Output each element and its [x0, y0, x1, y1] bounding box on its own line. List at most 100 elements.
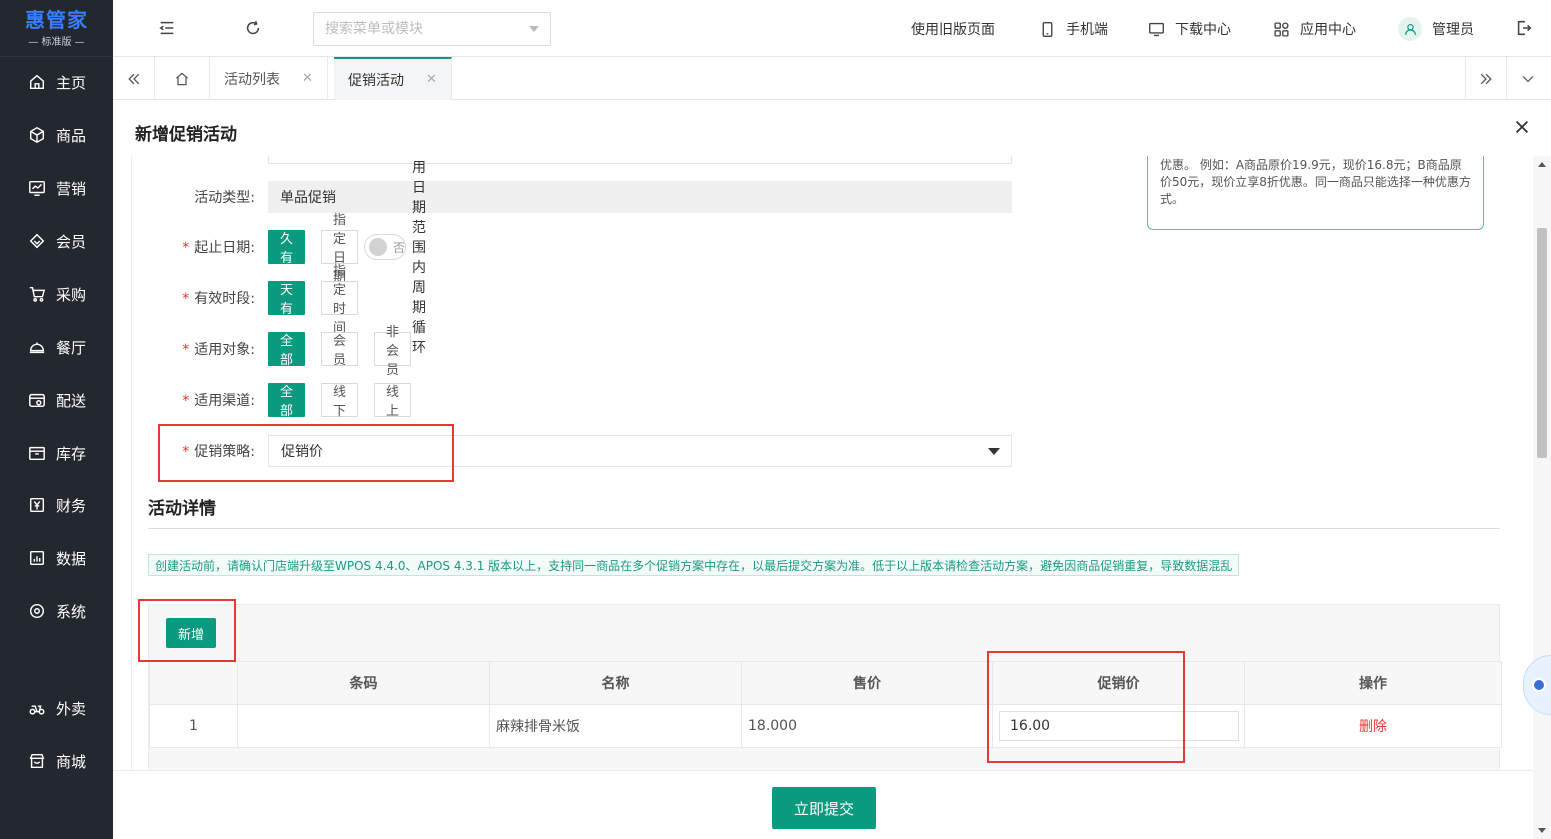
user-menu[interactable]: 管理员 — [1398, 17, 1474, 41]
target-all-button[interactable]: 全部 — [268, 332, 306, 368]
specific-time-button[interactable]: 指定时间 — [321, 264, 359, 336]
channel-offline-button[interactable]: 线下 — [321, 383, 359, 419]
target-member-button[interactable]: 会员 — [321, 332, 359, 368]
app-center-link[interactable]: 应用中心 — [1273, 18, 1356, 40]
collapse-menu-button[interactable] — [153, 14, 181, 42]
scroll-down-arrow[interactable] — [1538, 828, 1546, 833]
close-icon[interactable]: ✕ — [426, 72, 437, 87]
specific-date-button[interactable]: 指定日期 — [321, 213, 359, 285]
date-range-label-text: 起止日期: — [194, 240, 255, 256]
sidebar-item-label: 财务 — [56, 496, 87, 515]
tab-promotion[interactable]: 促销活动 ✕ — [334, 57, 452, 100]
user-name: 管理员 — [1432, 22, 1474, 38]
sidebar-item-label: 主页 — [56, 73, 87, 92]
sidebar-item-system[interactable]: 系统 — [0, 596, 113, 626]
sidebar-item-takeaway[interactable]: 外卖 — [0, 693, 113, 723]
col-name: 名称 — [489, 661, 742, 705]
assistant-icon — [1532, 678, 1546, 692]
scrollbar[interactable] — [1533, 156, 1551, 839]
col-index — [149, 661, 238, 705]
add-product-button[interactable]: 新增 — [166, 618, 216, 648]
yen-icon — [27, 495, 47, 515]
row-promo-price-cell — [992, 704, 1245, 748]
required-mark: * — [182, 444, 190, 460]
tab-label: 活动列表 — [224, 71, 280, 88]
panel-footer: 立即提交 — [113, 770, 1533, 839]
close-icon[interactable]: ✕ — [302, 71, 313, 86]
user-icon — [1404, 23, 1416, 35]
sidebar-item-mall[interactable]: 商城 — [0, 746, 113, 776]
sidebar-item-home[interactable]: 主页 — [0, 67, 113, 97]
all-day-button[interactable]: 全天有效 — [268, 264, 306, 336]
menu-search[interactable] — [313, 12, 551, 46]
permanent-button[interactable]: 永久有效 — [268, 213, 306, 285]
cycle-toggle[interactable]: 否 — [364, 234, 407, 260]
menu-fold-icon — [159, 21, 174, 35]
delivery-icon — [27, 390, 47, 410]
double-chevron-left-icon — [127, 73, 139, 84]
strategy-label-text: 促销策略: — [194, 444, 255, 460]
scroll-thumb[interactable] — [1537, 228, 1547, 458]
form-scroll-area[interactable]: 针对选择的商品范围，以促销价、促销折扣的形式实现的优惠。 例如：A商品原价19.… — [132, 156, 1533, 770]
tabs-bar: 活动列表 ✕ 促销活动 ✕ — [113, 57, 1551, 100]
section-divider — [148, 528, 1500, 529]
sidebar-item-finance[interactable]: 财务 — [0, 490, 113, 520]
sidebar-item-marketing[interactable]: 营销 — [0, 173, 113, 203]
strategy-hint: 针对选择的商品范围，以促销价、促销折扣的形式实现的优惠。 例如：A商品原价19.… — [1147, 156, 1484, 230]
tabs-menu-button[interactable] — [1507, 57, 1549, 100]
promo-price-input[interactable] — [999, 711, 1239, 741]
apps-grid-icon — [1274, 21, 1289, 37]
download-center-label: 下载中心 — [1175, 22, 1231, 38]
app-root: 惠管家 — 标准版 — 主页 商品 营销 会员 采购 餐厅 配送 库存 财务 数… — [0, 0, 1551, 839]
required-mark: * — [182, 342, 190, 358]
submit-button[interactable]: 立即提交 — [772, 787, 876, 829]
download-center-link[interactable]: 下载中心 — [1148, 18, 1231, 40]
activity-type-label: 活动类型: — [194, 190, 255, 206]
tab-home[interactable] — [155, 57, 210, 100]
strategy-value: 促销价 — [281, 444, 323, 460]
sidebar-item-members[interactable]: 会员 — [0, 226, 113, 256]
tabs-scroll-left-button[interactable] — [113, 57, 155, 100]
close-panel-button[interactable] — [1513, 118, 1533, 138]
sidebar-item-purchase[interactable]: 采购 — [0, 279, 113, 309]
brand-name: 惠管家 — [25, 7, 88, 32]
sidebar-item-label: 配送 — [56, 391, 87, 410]
sidebar-item-delivery[interactable]: 配送 — [0, 385, 113, 415]
old-page-link[interactable]: 使用旧版页面 — [911, 18, 995, 40]
table-header-row: 条码 名称 售价 促销价 操作 — [149, 661, 1502, 705]
channel-all-button[interactable]: 全部 — [268, 383, 306, 419]
brand-logo[interactable]: 惠管家 — 标准版 — — [0, 0, 113, 57]
chevron-down-icon[interactable] — [529, 26, 539, 32]
tabs-scroll-right-button[interactable] — [1465, 57, 1507, 100]
sidebar-item-inventory[interactable]: 库存 — [0, 438, 113, 468]
row-price: 18.000 — [741, 704, 993, 748]
date-range-label: * 起止日期: — [132, 237, 255, 257]
mobile-link[interactable]: 手机端 — [1039, 18, 1108, 40]
sidebar-item-label: 会员 — [56, 232, 87, 251]
sidebar-item-data[interactable]: 数据 — [0, 543, 113, 573]
details-title: 活动详情 — [148, 499, 216, 519]
logout-button[interactable] — [1510, 14, 1538, 42]
sidebar-item-products[interactable]: 商品 — [0, 120, 113, 150]
old-page-label: 使用旧版页面 — [911, 22, 995, 38]
sidebar-item-restaurant[interactable]: 餐厅 — [0, 332, 113, 362]
home-icon — [175, 72, 189, 85]
col-action: 操作 — [1244, 661, 1502, 705]
channel-label-text: 适用渠道: — [194, 393, 255, 409]
channel-online-button[interactable]: 线上 — [374, 383, 412, 419]
target-non-member-button[interactable]: 非会员 — [374, 325, 412, 378]
strategy-select[interactable]: 促销价 — [268, 435, 1012, 467]
scroll-up-arrow[interactable] — [1538, 162, 1546, 167]
mobile-icon — [1042, 21, 1053, 37]
sidebar-item-label: 数据 — [56, 549, 87, 568]
upgrade-notice: 创建活动前，请确认门店端升级至WPOS 4.4.0、APOS 4.3.1 版本以… — [148, 554, 1240, 576]
refresh-button[interactable] — [239, 14, 267, 42]
sidebar-item-label: 外卖 — [56, 699, 87, 718]
table-row: 1 麻辣排骨米饭 18.000 删除 — [149, 704, 1502, 748]
cycle-label: 启用日期范围内周期循环 — [412, 160, 427, 356]
delete-link[interactable]: 删除 — [1359, 719, 1387, 735]
monitor-icon — [1149, 22, 1164, 36]
col-promo-price: 促销价 — [992, 661, 1245, 705]
tab-activity-list[interactable]: 活动列表 ✕ — [210, 57, 328, 100]
search-input[interactable] — [314, 13, 550, 45]
